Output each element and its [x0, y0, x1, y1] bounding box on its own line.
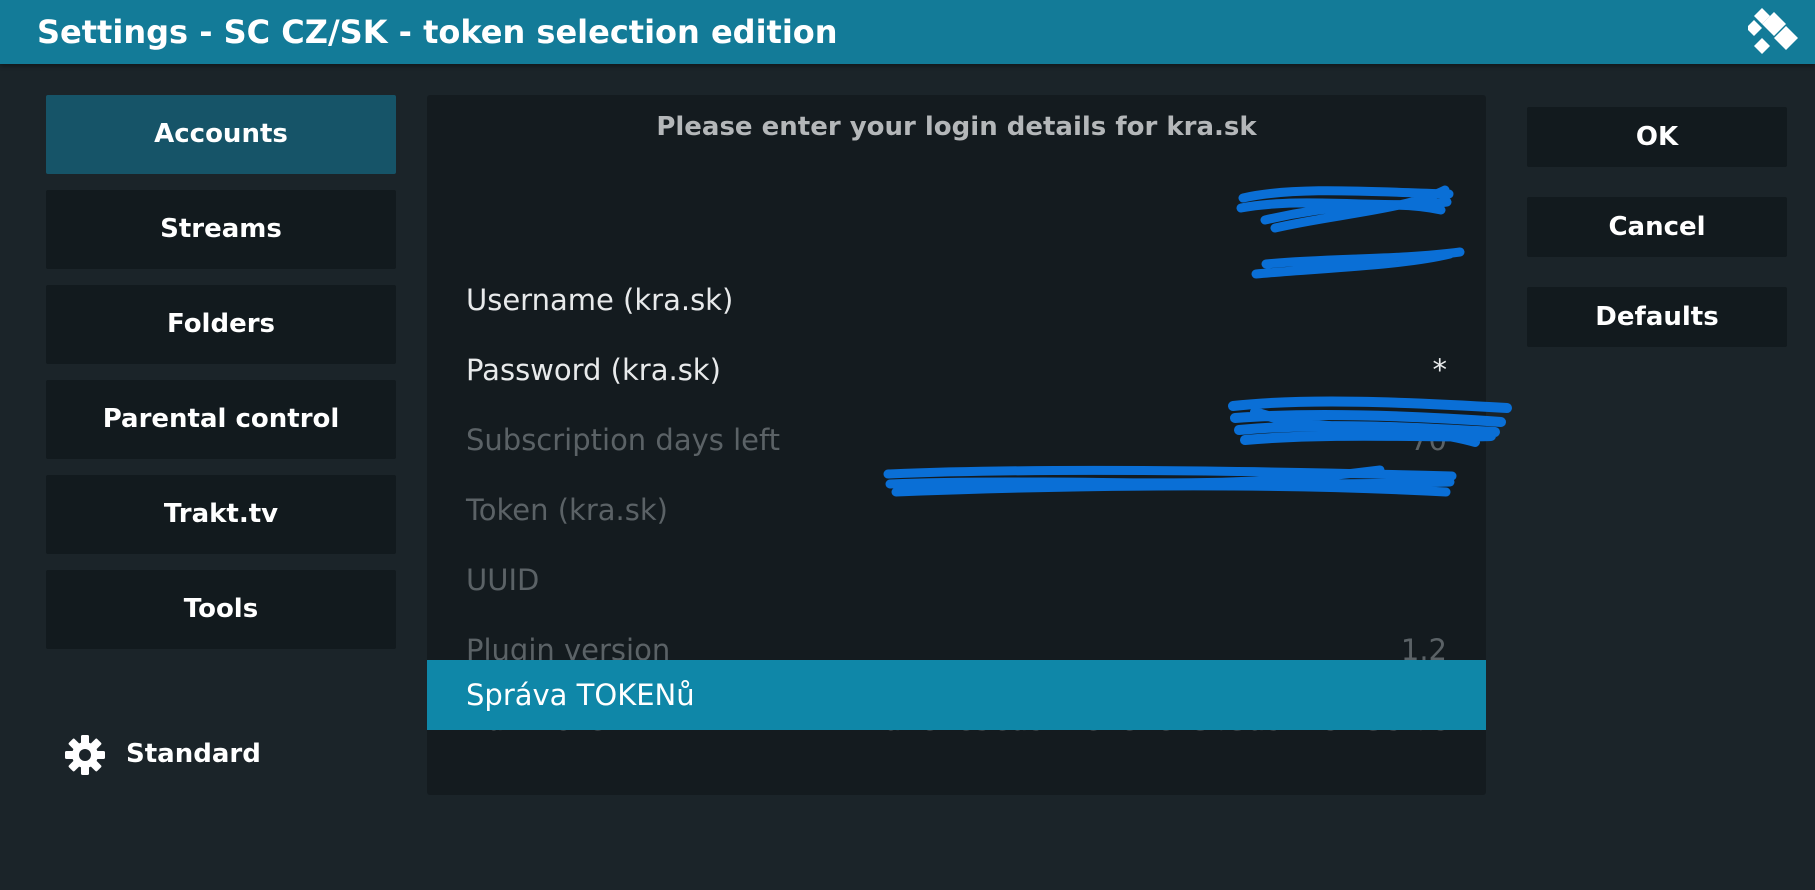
- redaction-scribble-username: [1236, 185, 1454, 233]
- kodi-logo-icon: [1748, 8, 1798, 54]
- settings-level-label: Standard: [126, 739, 261, 769]
- setting-label: Subscription days left: [466, 423, 781, 457]
- redaction-scribble-uuid: [883, 465, 1457, 497]
- setting-label: Správa TOKENů: [466, 678, 695, 712]
- setting-label: Token (kra.sk): [466, 493, 668, 527]
- window-title: Settings - SC CZ/SK - token selection ed…: [37, 13, 838, 51]
- setting-token-management[interactable]: Správa TOKENů: [427, 660, 1486, 730]
- cancel-button[interactable]: Cancel: [1527, 197, 1787, 257]
- setting-uuid: UUID: [427, 545, 1486, 615]
- redaction-scribble-password: [1251, 247, 1465, 279]
- defaults-button[interactable]: Defaults: [1527, 287, 1787, 347]
- title-bar: Settings - SC CZ/SK - token selection ed…: [0, 0, 1815, 64]
- setting-label: UUID: [466, 563, 540, 597]
- category-streams[interactable]: Streams: [46, 190, 396, 269]
- setting-label: Username (kra.sk): [466, 283, 734, 317]
- setting-label: Password (kra.sk): [466, 353, 721, 387]
- category-parental-control[interactable]: Parental control: [46, 380, 396, 459]
- category-folders[interactable]: Folders: [46, 285, 396, 364]
- panel-heading: Please enter your login details for kra.…: [656, 112, 1257, 142]
- category-accounts[interactable]: Accounts: [46, 95, 396, 174]
- settings-level-button[interactable]: Standard: [64, 730, 314, 778]
- redaction-scribble-token: [1228, 396, 1512, 447]
- ok-button[interactable]: OK: [1527, 107, 1787, 167]
- category-trakt-tv[interactable]: Trakt.tv: [46, 475, 396, 554]
- gear-icon: [65, 735, 105, 775]
- category-tools[interactable]: Tools: [46, 570, 396, 649]
